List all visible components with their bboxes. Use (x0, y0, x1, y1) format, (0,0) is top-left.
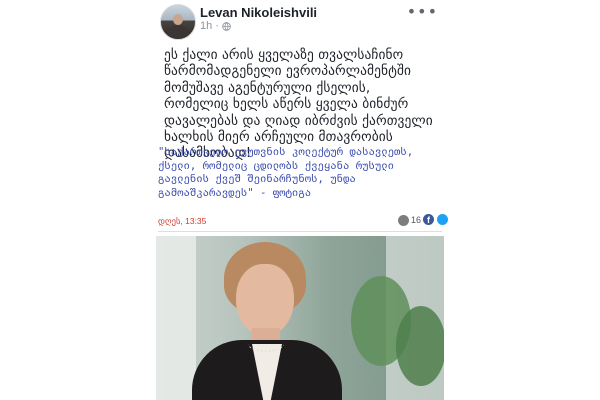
shared-quote[interactable]: "საქართველო ევუთვნის კოლექტურ დასავლეთს,… (158, 146, 438, 200)
facebook-share-icon[interactable]: f (423, 214, 434, 225)
shared-meta: დღეს, 13:35 16 f (158, 214, 448, 230)
view-count: 16 (411, 215, 422, 225)
post-meta: 1h · (200, 20, 231, 32)
shared-date: დღეს, 13:35 (158, 216, 207, 226)
twitter-share-icon[interactable] (437, 214, 448, 225)
more-options-icon[interactable]: ••• (407, 4, 438, 20)
shared-photo[interactable] (156, 236, 444, 400)
eye-icon (398, 215, 409, 226)
globe-icon (222, 21, 231, 31)
post-time[interactable]: 1h (200, 20, 212, 32)
author-avatar[interactable] (160, 4, 196, 40)
divider (158, 231, 442, 232)
facebook-post: Levan Nikoleishvili 1h · ••• ეს ქალი არი… (150, 0, 450, 400)
author-name[interactable]: Levan Nikoleishvili (200, 5, 317, 20)
